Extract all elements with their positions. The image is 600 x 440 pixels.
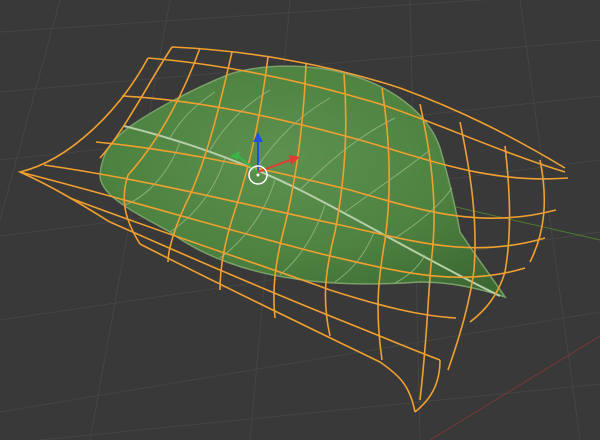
3d-viewport[interactable] bbox=[0, 0, 600, 440]
pivot-center-icon bbox=[256, 173, 260, 177]
viewport-canvas[interactable] bbox=[0, 0, 600, 440]
